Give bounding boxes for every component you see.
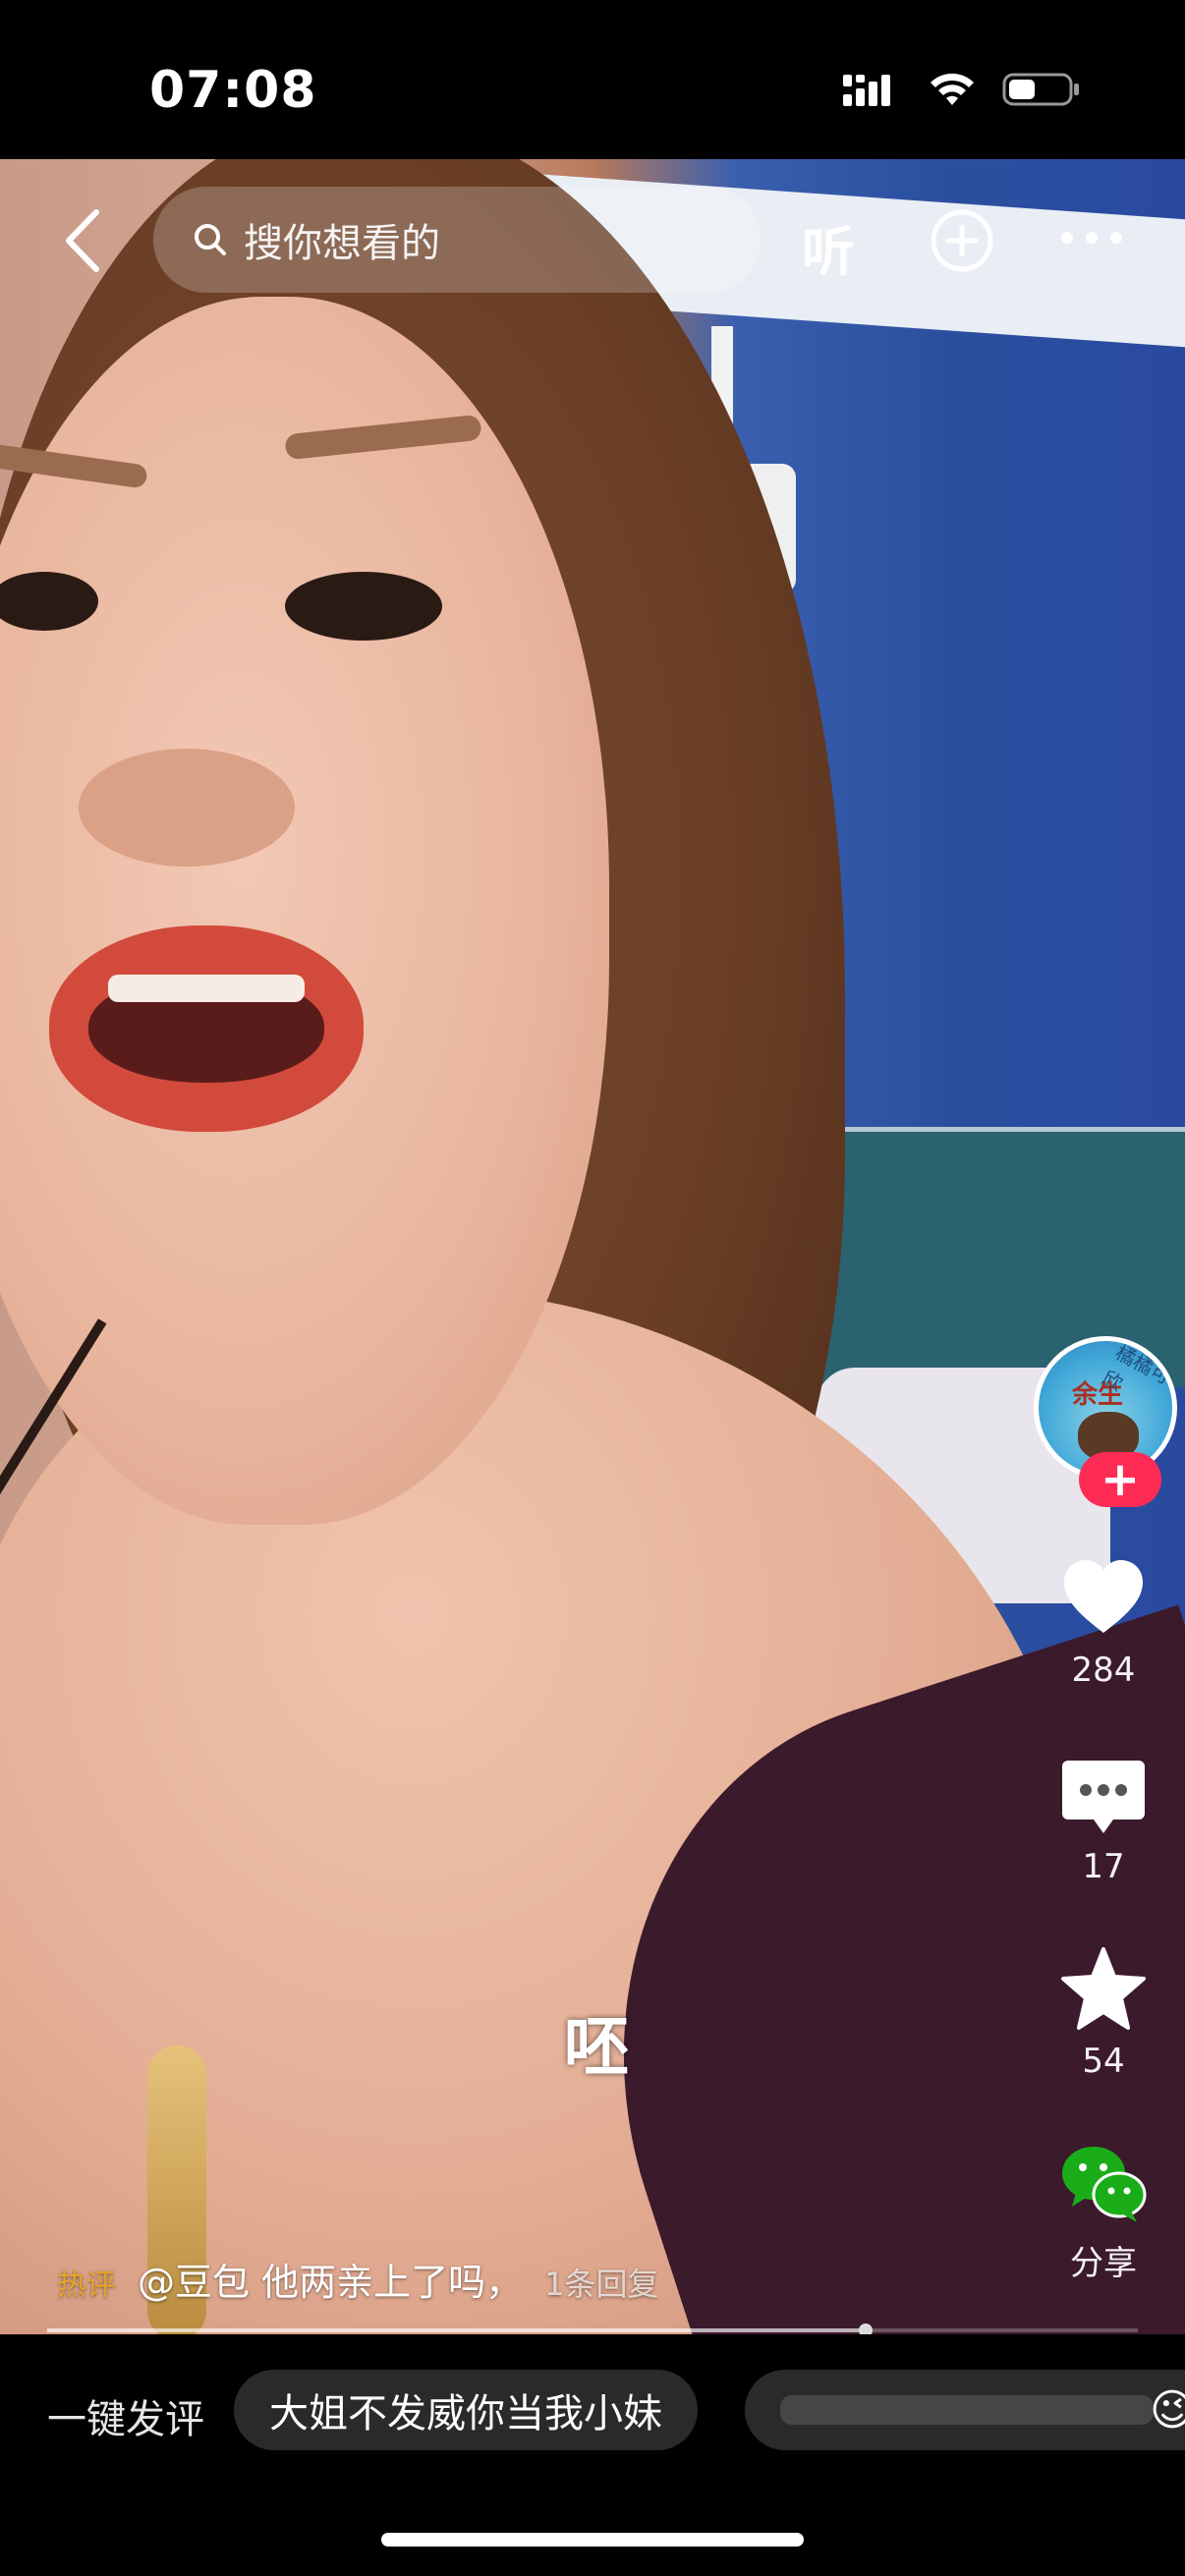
favorite-action[interactable]: 54: [1022, 1943, 1185, 2081]
back-arrow-icon[interactable]: [55, 206, 114, 275]
search-input[interactable]: 搜你想看的: [153, 187, 761, 293]
battery-icon: [1002, 73, 1079, 106]
video-caption: 呸: [564, 2009, 629, 2085]
home-indicator[interactable]: [381, 2533, 804, 2547]
video-progress-bar[interactable]: [47, 2324, 1138, 2337]
share-action[interactable]: 分享: [1022, 2138, 1185, 2284]
video-subject-eye: [285, 572, 442, 641]
creator-avatar[interactable]: 余生 橘橘可欣 +: [1034, 1336, 1177, 1507]
favorite-count: 54: [1082, 2042, 1125, 2081]
status-icons: [843, 71, 1081, 108]
wechat-icon: [1062, 2147, 1147, 2222]
top-nav: 搜你想看的 听: [0, 187, 1185, 295]
hot-comment-reply-count[interactable]: 1条回复: [544, 2260, 658, 2305]
comment-icon: [1062, 1761, 1145, 1833]
listen-button[interactable]: 听: [802, 208, 855, 286]
star-icon: [1061, 1947, 1146, 2030]
wifi-icon: [931, 73, 974, 105]
video-progress-fill: [47, 2328, 866, 2332]
comment-count: 17: [1082, 1847, 1125, 1886]
video-subject-teeth: [108, 975, 305, 1002]
status-time: 07:08: [149, 61, 317, 120]
hot-comment-tag: 热评: [57, 2268, 116, 2303]
like-count: 284: [1071, 1651, 1136, 1690]
cellular-signal-icon: [843, 75, 890, 106]
status-bar: 07:08: [0, 0, 1185, 159]
video-subject-nose: [79, 749, 295, 867]
comment-action[interactable]: 17: [1022, 1749, 1185, 1886]
more-dots-icon[interactable]: [1057, 218, 1126, 257]
search-placeholder: 搜你想看的: [244, 221, 440, 266]
like-action[interactable]: 284: [1022, 1552, 1185, 1690]
quick-comment-chip-blurred-text: [780, 2395, 1154, 2425]
quick-comment-label[interactable]: 一键发评: [47, 2387, 204, 2444]
quick-comment-chip[interactable]: 😉: [745, 2370, 1185, 2450]
follow-button[interactable]: +: [1079, 1452, 1161, 1507]
add-circle-icon[interactable]: [928, 206, 996, 275]
search-icon: [195, 224, 226, 255]
share-label: 分享: [1070, 2244, 1137, 2283]
quick-comment-chip[interactable]: 大姐不发威你当我小妹: [234, 2370, 698, 2450]
hot-comment[interactable]: 热评 @豆包 他两亲上了吗， 1条回复: [57, 2252, 658, 2306]
wink-emoji-icon: 😉: [1150, 2385, 1185, 2436]
heart-icon: [1064, 1560, 1143, 1633]
hot-comment-text: @豆包 他两亲上了吗，: [138, 2261, 524, 2304]
